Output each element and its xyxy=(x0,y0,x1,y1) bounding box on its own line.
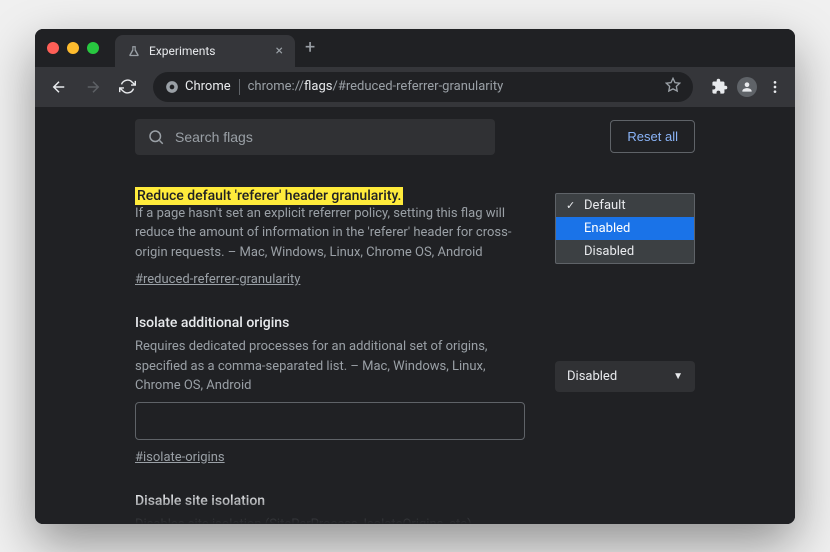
flags-search-bar: Reset all xyxy=(35,107,795,167)
traffic-lights xyxy=(47,42,99,54)
divider xyxy=(239,79,240,95)
forward-button[interactable] xyxy=(79,73,107,101)
extensions-puzzle-icon[interactable] xyxy=(709,77,729,97)
chrome-label: Chrome xyxy=(185,79,231,94)
dropdown-option-default[interactable]: ✓ Default xyxy=(556,194,694,217)
flag-anchor-link[interactable]: #isolate-origins xyxy=(135,450,225,465)
menu-dots-icon[interactable] xyxy=(765,77,785,97)
new-tab-button[interactable]: + xyxy=(305,37,315,58)
search-input[interactable] xyxy=(175,129,483,145)
flag-description: If a page hasn't set an explicit referre… xyxy=(135,204,525,263)
chrome-icon xyxy=(165,80,179,94)
reload-button[interactable] xyxy=(113,73,141,101)
close-tab-icon[interactable]: × xyxy=(276,43,283,59)
flag-select-dropdown-open[interactable]: ✓ Default Enabled Disabled xyxy=(555,193,695,264)
extension-icons xyxy=(709,77,785,97)
check-icon: ✓ xyxy=(566,199,578,212)
flag-anchor-link[interactable]: #reduced-referrer-granularity xyxy=(135,272,300,287)
close-window-button[interactable] xyxy=(47,42,59,54)
flag-item: Reduce default 'referer' header granular… xyxy=(135,185,695,288)
address-bar[interactable]: Chrome chrome://flags/#reduced-referrer-… xyxy=(153,72,693,102)
dropdown-option-enabled[interactable]: Enabled xyxy=(556,217,694,240)
flag-description: Disables site isolation (SitePerProcess,… xyxy=(135,515,525,524)
profile-avatar-icon[interactable] xyxy=(737,77,757,97)
title-bar: Experiments × + xyxy=(35,29,795,67)
reset-all-button[interactable]: Reset all xyxy=(610,120,695,153)
back-button[interactable] xyxy=(45,73,73,101)
search-icon xyxy=(147,128,165,146)
flags-list: Reduce default 'referer' header granular… xyxy=(35,167,795,524)
flag-item: Isolate additional origins Requires dedi… xyxy=(135,315,695,465)
flag-item: Disable site isolation Disables site iso… xyxy=(135,493,695,524)
isolate-origins-input[interactable] xyxy=(135,402,525,440)
bookmark-star-icon[interactable] xyxy=(665,77,681,97)
search-flags-box[interactable] xyxy=(135,119,495,155)
minimize-window-button[interactable] xyxy=(67,42,79,54)
browser-tab[interactable]: Experiments × xyxy=(115,35,295,67)
flask-icon xyxy=(127,44,141,58)
flag-title: Disable site isolation xyxy=(135,493,525,509)
maximize-window-button[interactable] xyxy=(87,42,99,54)
dropdown-option-disabled[interactable]: Disabled xyxy=(556,240,694,263)
flag-title: Reduce default 'referer' header granular… xyxy=(135,187,403,205)
browser-toolbar: Chrome chrome://flags/#reduced-referrer-… xyxy=(35,67,795,107)
page-content: Reset all Reduce default 'referer' heade… xyxy=(35,107,795,524)
tab-title: Experiments xyxy=(149,44,268,58)
flag-title: Isolate additional origins xyxy=(135,315,525,331)
chevron-down-icon: ▼ xyxy=(673,371,683,382)
browser-window: Experiments × + Chrome chrome://flags/#r… xyxy=(35,29,795,524)
site-chip: Chrome xyxy=(165,79,231,94)
flag-select[interactable]: Disabled ▼ xyxy=(555,361,695,392)
url-text: chrome://flags/#reduced-referrer-granula… xyxy=(248,79,504,94)
flag-description: Requires dedicated processes for an addi… xyxy=(135,337,525,396)
